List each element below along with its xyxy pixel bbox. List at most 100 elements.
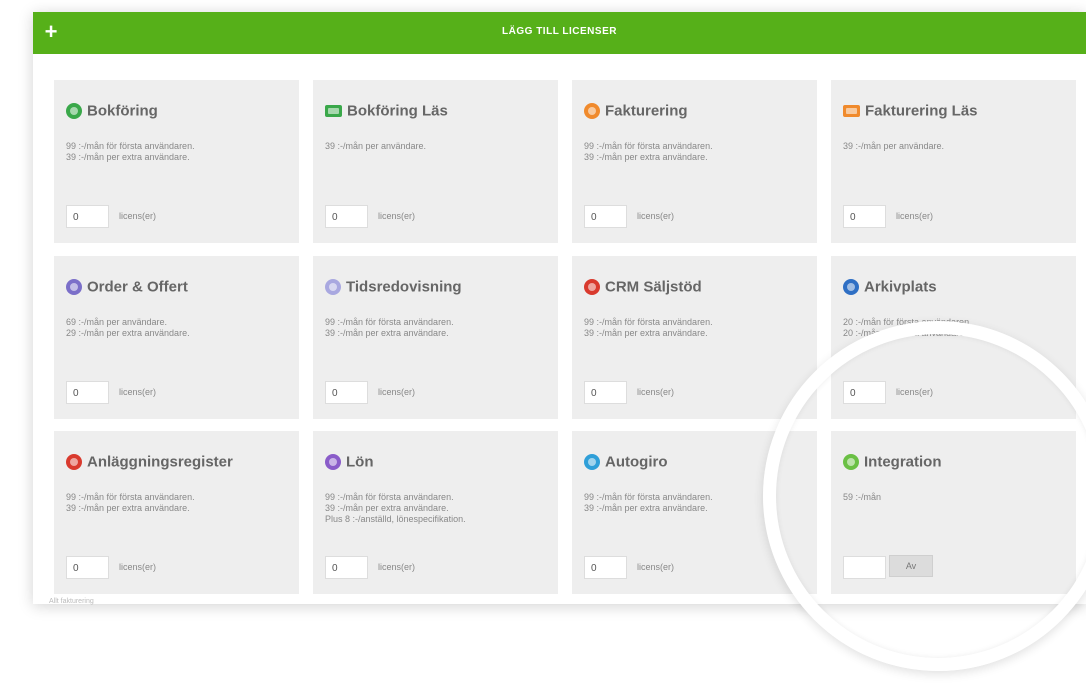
card-title-text: Autogiro [605,453,668,471]
bookkeeping-icon [66,102,82,119]
card-title-text: Bokföring [87,102,158,120]
license-card: Fakturering Läs 39 :-/mån per användare. 0… [831,80,1076,243]
price-line: 39 :-/mån per extra användare. [325,503,449,513]
card-price-description: 99 :-/mån för första användaren. 39 :-/må… [584,141,809,163]
card-title: Order & Offert [66,278,188,298]
license-unit-label: licens(er) [637,387,675,397]
card-title: Arkivplats [843,278,937,298]
card-price-description: 99 :-/mån för första användaren. 39 :-/må… [325,317,550,339]
license-card: Bokföring Läs 39 :-/mån per användare. 0 li… [313,80,558,243]
license-unit-label: licens(er) [896,387,934,397]
license-card: CRM Säljstöd 99 :-/mån för första använda… [572,256,817,419]
card-title: Bokföring [66,102,158,122]
price-line: 59 :-/mån [843,492,882,502]
price-line: 99 :-/mån för första användaren. [584,141,713,151]
integration-input[interactable] [843,556,886,579]
card-price-description: 39 :-/mån per användare. [325,141,550,152]
card-title: Anläggningsregister [66,453,233,473]
page-title: LÄGG TILL LICENSER [502,26,617,37]
card-title: Fakturering [584,102,688,122]
card-price-description: 20 :-/mån för första användaren. 20 :-/må… [843,317,1068,339]
price-line: 39 :-/mån per extra användare. [66,152,190,162]
card-title: Tidsredovisning [325,278,462,298]
price-line: Plus 8 :-/anställd, lönespecifikation. [325,514,466,524]
autogiro-icon [584,453,600,470]
license-unit-label: licens(er) [378,387,416,397]
license-quantity-input[interactable]: 0 [843,205,886,228]
price-line: 69 :-/mån per användare. [66,317,168,327]
card-title-text: Anläggningsregister [87,453,233,471]
license-card: Autogiro 99 :-/mån för första användaren.… [572,431,817,594]
license-unit-label: licens(er) [378,211,416,221]
card-price-description: 59 :-/mån [843,492,1068,503]
license-unit-label: licens(er) [896,211,934,221]
price-line: 39 :-/mån per extra användare. [584,328,708,338]
price-line: 20 :-/mån för första användaren. [843,317,972,327]
card-price-description: 99 :-/mån för första användaren. 39 :-/må… [325,492,550,525]
card-title: Lön [325,453,374,473]
asset-register-icon [66,453,82,470]
license-card: Lön 99 :-/mån för första användaren. 39 :-… [313,431,558,594]
price-line: 39 :-/mån per användare. [325,141,427,151]
card-title-text: Lön [346,453,374,471]
invoicing-icon [584,102,600,119]
bookkeeping-read-icon [325,104,342,117]
integration-toggle-button[interactable]: Av [889,555,933,577]
price-line: 39 :-/mån per användare. [843,141,945,151]
license-card: Anläggningsregister 99 :-/mån för första … [54,431,299,594]
price-line: 20 :-/mån per extra användare. [843,328,967,338]
integration-icon [843,453,859,470]
price-line: 29 :-/mån per extra användare. [66,328,190,338]
price-line: 39 :-/mån per extra användare. [325,328,449,338]
card-price-description: 39 :-/mån per användare. [843,141,1068,152]
card-title-text: Fakturering [605,102,688,120]
license-card: Fakturering 99 :-/mån för första användar… [572,80,817,243]
price-line: 99 :-/mån för första användaren. [584,492,713,502]
card-title: Integration [843,453,942,473]
license-quantity-input[interactable]: 0 [584,556,627,579]
price-line: 39 :-/mån per extra användare. [66,503,190,513]
license-unit-label: licens(er) [119,211,157,221]
card-title-text: Integration [864,453,942,471]
card-price-description: 69 :-/mån per användare. 29 :-/mån per ex… [66,317,291,339]
license-quantity-input[interactable]: 0 [66,205,109,228]
price-line: 39 :-/mån per extra användare. [584,152,708,162]
license-card: Tidsredovisning 99 :-/mån för första anvä… [313,256,558,419]
license-card: Arkivplats 20 :-/mån för första användare… [831,256,1076,419]
license-unit-label: licens(er) [637,211,675,221]
card-title: Bokföring Läs [325,102,448,122]
time-reporting-icon [325,278,341,295]
invoicing-read-icon [843,104,860,117]
license-quantity-input[interactable]: 0 [325,556,368,579]
crm-icon [584,278,600,295]
license-quantity-input[interactable]: 0 [584,381,627,404]
license-quantity-input[interactable]: 0 [66,381,109,404]
license-unit-label: licens(er) [637,562,675,572]
license-quantity-input[interactable]: 0 [584,205,627,228]
license-card: Order & Offert 69 :-/mån per användare. 29… [54,256,299,419]
card-title-text: CRM Säljstöd [605,278,702,296]
card-price-description: 99 :-/mån för första användaren. 39 :-/må… [584,317,809,339]
license-unit-label: licens(er) [378,562,416,572]
license-quantity-input[interactable]: 0 [325,381,368,404]
card-title-text: Bokföring Läs [347,102,448,120]
license-panel: + LÄGG TILL LICENSER Bokföring 99 :-/mån … [33,12,1086,605]
license-card: Integration 59 :-/mån Av [831,431,1076,594]
price-line: 99 :-/mån för första användaren. [66,141,195,151]
order-quote-icon [66,278,82,295]
card-title-text: Arkivplats [864,278,937,296]
license-unit-label: licens(er) [119,562,157,572]
footer-text: Allt fakturering [49,598,94,605]
header-bar: + LÄGG TILL LICENSER [33,12,1086,54]
license-quantity-input[interactable]: 0 [66,556,109,579]
license-quantity-input[interactable]: 0 [325,205,368,228]
license-quantity-input[interactable]: 0 [843,381,886,404]
card-title: Fakturering Läs [843,102,978,122]
card-title-text: Tidsredovisning [346,278,462,296]
price-line: 99 :-/mån för första användaren. [325,317,454,327]
card-price-description: 99 :-/mån för första användaren. 39 :-/må… [66,492,291,514]
card-price-description: 99 :-/mån för första användaren. 39 :-/må… [66,141,291,163]
archive-icon [843,278,859,295]
license-card: Bokföring 99 :-/mån för första användaren… [54,80,299,243]
card-title-text: Order & Offert [87,278,188,296]
